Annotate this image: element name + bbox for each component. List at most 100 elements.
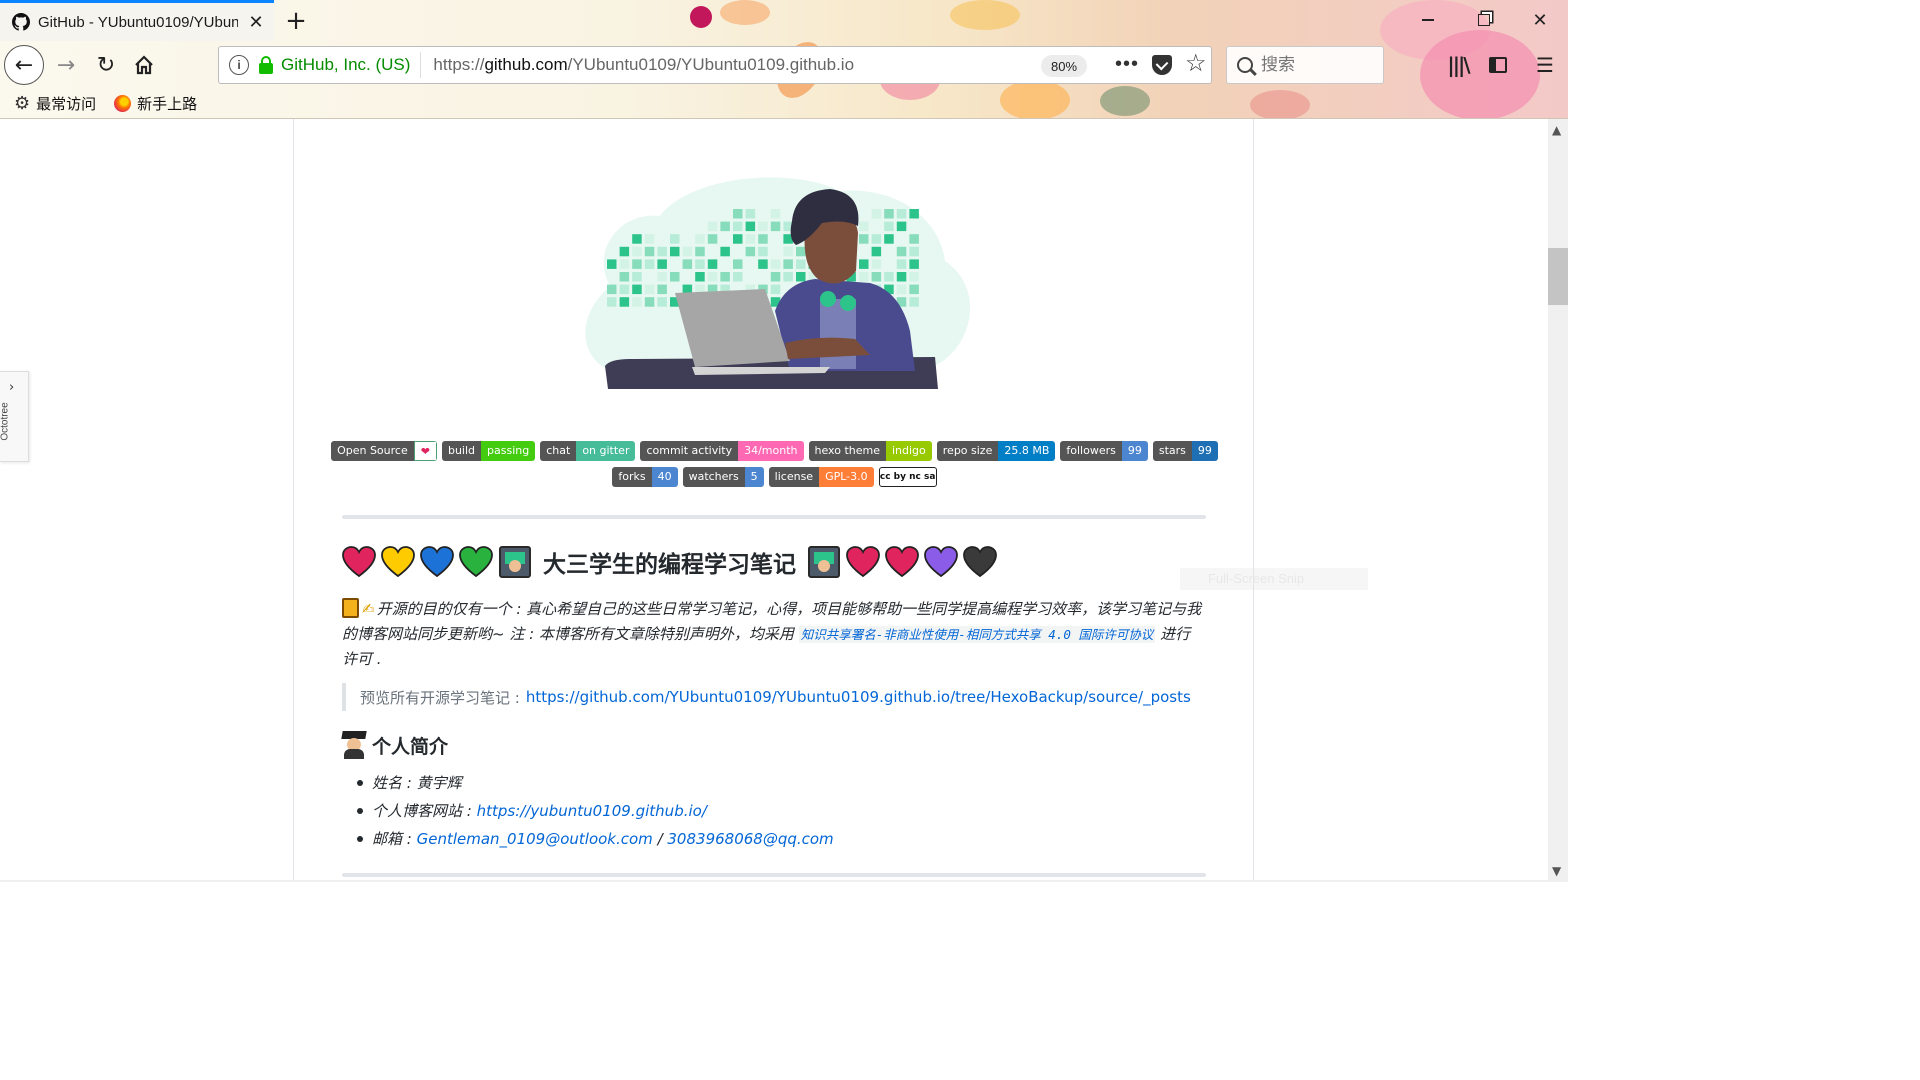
- tab-bar: GitHub - YUbuntu0109/YUbuntu0109.github.…: [0, 0, 1568, 41]
- forward-button[interactable]: →: [46, 45, 86, 85]
- reload-button[interactable]: ↻: [86, 45, 126, 85]
- grid-square: [670, 246, 680, 257]
- readme-article: Open Source ❤ build passing chat on gitter com…: [293, 119, 1254, 881]
- badge-chat[interactable]: chat on gitter: [540, 441, 636, 461]
- grid-square: [896, 259, 907, 269]
- badge-hexo-theme[interactable]: hexo theme indigo: [808, 441, 932, 461]
- scroll-up-icon[interactable]: ▲: [1552, 123, 1561, 137]
- close-window-button[interactable]: ✕: [1512, 0, 1568, 40]
- grid-square: [619, 284, 630, 295]
- badge-label: forks: [612, 467, 652, 487]
- badge-watchers[interactable]: watchers 5: [682, 467, 764, 487]
- blog-label: 个人博客网站 :: [372, 802, 477, 820]
- email-link-qq[interactable]: 3083968068@qq.com: [667, 830, 833, 848]
- notebook-icon: [342, 598, 359, 618]
- badge-repo-size[interactable]: repo size 25.8 MB: [936, 441, 1056, 461]
- grid-square: [758, 259, 768, 269]
- octotree-toggle[interactable]: › Octotree: [0, 371, 29, 462]
- browser-window: GitHub - YUbuntu0109/YUbuntu0109.github.…: [0, 0, 1568, 882]
- grid-square: [695, 272, 705, 282]
- grid-square: [758, 234, 768, 244]
- badge-commit-activity[interactable]: commit activity 34/month: [640, 441, 804, 461]
- scroll-down-icon[interactable]: ▼: [1552, 864, 1561, 878]
- grid-square: [644, 297, 655, 307]
- horizontal-scrollbar[interactable]: [0, 880, 1568, 882]
- grid-square: [758, 221, 768, 232]
- bookmark-most-visited[interactable]: ⚙ 最常访问: [14, 93, 96, 114]
- badge-value: passing: [481, 441, 536, 461]
- sidebar-button[interactable]: [1478, 45, 1518, 85]
- grid-square: [909, 209, 919, 219]
- badge-label: license: [768, 467, 820, 487]
- badge-license[interactable]: license GPL-3.0: [768, 467, 874, 487]
- heart-icon: [924, 546, 958, 578]
- grid-square: [657, 284, 667, 295]
- badge-value: on gitter: [576, 441, 636, 461]
- badge-label: build: [441, 441, 482, 461]
- intro-paragraph: ✍ 开源的目的仅有一个 : 真心希望自己的这些日常学习笔记，心得，项目能够帮助一些…: [342, 597, 1202, 672]
- grid-square: [720, 221, 730, 232]
- minimize-button[interactable]: [1400, 0, 1456, 40]
- list-item: 姓名 : 黄宇辉: [357, 769, 834, 797]
- pocket-icon[interactable]: [1152, 55, 1172, 75]
- certificate-label[interactable]: GitHub, Inc. (US): [281, 52, 422, 78]
- home-icon: [135, 55, 153, 75]
- bookmark-star-icon[interactable]: ☆: [1185, 49, 1207, 78]
- badge-open-source[interactable]: Open Source ❤: [331, 441, 437, 461]
- restore-icon: [1478, 14, 1490, 26]
- grid-square: [884, 234, 894, 244]
- grid-square: [909, 272, 919, 282]
- restore-button[interactable]: [1456, 0, 1512, 40]
- license-link[interactable]: 知识共享署名-非商业性使用-相同方式共享 4.0 国际许可协议: [798, 625, 1156, 643]
- hearts-left: [342, 546, 493, 578]
- url-path: /YUbuntu0109/YUbuntu0109.github.io: [567, 55, 855, 74]
- page-actions-icon[interactable]: •••: [1115, 53, 1139, 76]
- heart-icon: [381, 546, 415, 578]
- menu-button[interactable]: ☰: [1525, 45, 1565, 85]
- firefox-icon: [114, 94, 132, 112]
- url-text[interactable]: https://github.com/YUbuntu0109/YUbuntu01…: [433, 55, 854, 75]
- grid-square: [745, 246, 756, 257]
- cc-license-badge[interactable]: cc by nc sa: [878, 467, 937, 487]
- navigation-bar: ← → ↻ i GitHub, Inc. (US) https://github…: [0, 41, 1568, 89]
- sidebar-icon: [1489, 57, 1507, 73]
- vertical-scrollbar[interactable]: ▲ ▼: [1548, 119, 1568, 882]
- heading-text: 大三学生的编程学习笔记: [543, 552, 796, 578]
- grid-square: [859, 272, 869, 282]
- badge-build[interactable]: build passing: [441, 441, 536, 461]
- grid-square: [632, 284, 642, 295]
- grid-square: [770, 221, 781, 232]
- badge-stars[interactable]: stars 99: [1152, 441, 1218, 461]
- close-tab-icon[interactable]: ✕: [246, 12, 266, 33]
- new-tab-button[interactable]: +: [284, 6, 308, 36]
- grid-square: [632, 272, 642, 282]
- search-box[interactable]: [1226, 46, 1384, 84]
- grid-square: [644, 246, 655, 257]
- scrollbar-thumb[interactable]: [1548, 248, 1568, 305]
- grid-square: [909, 284, 919, 295]
- profile-list: 姓名 : 黄宇辉 个人博客网站 : https://yubuntu0109.gi…: [357, 769, 834, 853]
- grid-square: [745, 234, 756, 244]
- bookmark-label: 新手上路: [137, 94, 198, 113]
- grid-square: [607, 297, 617, 307]
- grid-square: [707, 272, 718, 282]
- search-input[interactable]: [1261, 55, 1371, 75]
- posts-link[interactable]: https://github.com/YUbuntu0109/YUbuntu01…: [526, 688, 1191, 706]
- email-link-outlook[interactable]: Gentleman_0109@outlook.com: [417, 830, 653, 848]
- library-icon: |||\: [1447, 53, 1470, 77]
- grid-square: [657, 272, 667, 282]
- badge-followers[interactable]: followers 99: [1060, 441, 1148, 461]
- badge-forks[interactable]: forks 40: [612, 467, 678, 487]
- back-button[interactable]: ←: [4, 45, 44, 85]
- library-button[interactable]: |||\: [1438, 45, 1478, 85]
- url-bar[interactable]: i GitHub, Inc. (US) https://github.com/Y…: [218, 46, 1212, 84]
- zoom-indicator[interactable]: 80%: [1041, 55, 1087, 77]
- coder-illustration: [585, 177, 971, 389]
- info-icon[interactable]: i: [229, 55, 249, 75]
- blog-link[interactable]: https://yubuntu0109.github.io/: [477, 802, 707, 820]
- home-button[interactable]: [124, 45, 164, 85]
- tab-github[interactable]: GitHub - YUbuntu0109/YUbuntu0109.github.…: [0, 0, 274, 41]
- hearts-right: [846, 546, 997, 578]
- bookmark-getting-started[interactable]: 新手上路: [114, 93, 197, 114]
- window-controls: ✕: [1400, 0, 1568, 40]
